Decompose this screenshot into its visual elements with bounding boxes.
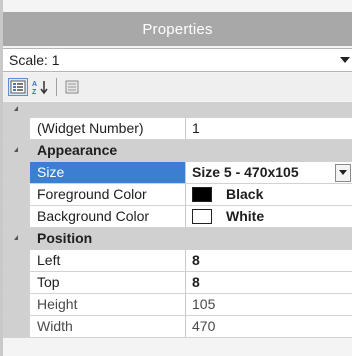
panel-title: Properties bbox=[142, 20, 213, 38]
color-name: White bbox=[226, 208, 265, 224]
property-pages-button[interactable] bbox=[62, 78, 82, 96]
property-value[interactable]: White bbox=[186, 206, 352, 227]
property-value[interactable]: 105 bbox=[186, 294, 352, 315]
toolbar-separator bbox=[56, 78, 57, 96]
property-grid: (Widget Number) 1 Appearance Size Size 5… bbox=[3, 102, 352, 338]
property-name: Background Color bbox=[30, 206, 186, 227]
collapse-triangle-icon[interactable] bbox=[14, 235, 18, 240]
property-pages-icon bbox=[65, 80, 79, 94]
property-value[interactable]: Black bbox=[186, 184, 352, 205]
collapse-triangle-icon[interactable] bbox=[14, 147, 18, 152]
collapse-triangle-icon[interactable] bbox=[14, 106, 18, 111]
row-gutter bbox=[3, 316, 30, 337]
category-gutter bbox=[3, 228, 30, 249]
property-name: Top bbox=[30, 272, 186, 293]
property-value[interactable]: 1 bbox=[186, 118, 352, 139]
sort-az-icon: A Z bbox=[32, 81, 48, 95]
category-gutter bbox=[3, 102, 30, 117]
category-row-unnamed[interactable] bbox=[3, 102, 352, 118]
property-name: (Widget Number) bbox=[30, 118, 186, 139]
property-row-height[interactable]: Height 105 bbox=[3, 294, 352, 316]
category-label: Position bbox=[37, 230, 93, 246]
property-row-width[interactable]: Width 470 bbox=[3, 316, 352, 338]
categorized-icon bbox=[10, 80, 26, 94]
category-gutter bbox=[3, 140, 30, 161]
row-gutter bbox=[3, 250, 30, 271]
property-row-background-color[interactable]: Background Color White bbox=[3, 206, 352, 228]
row-gutter bbox=[3, 206, 30, 227]
property-row-foreground-color[interactable]: Foreground Color Black bbox=[3, 184, 352, 206]
property-name: Size bbox=[30, 162, 186, 183]
size-dropdown-button[interactable] bbox=[335, 163, 351, 182]
row-gutter bbox=[3, 184, 30, 205]
property-row-widget-number[interactable]: (Widget Number) 1 bbox=[3, 118, 352, 140]
property-name: Width bbox=[30, 316, 186, 337]
property-row-left[interactable]: Left 8 bbox=[3, 250, 352, 272]
properties-title-bar: Properties bbox=[3, 12, 352, 46]
object-selector-value: Scale: 1 bbox=[9, 52, 60, 68]
row-gutter bbox=[3, 118, 30, 139]
category-label: Appearance bbox=[37, 142, 118, 158]
object-selector-dropdown[interactable]: Scale: 1 bbox=[3, 48, 352, 72]
categorized-button[interactable] bbox=[8, 78, 28, 96]
alphabetical-button[interactable]: A Z bbox=[31, 78, 51, 96]
property-value[interactable]: 8 bbox=[186, 250, 352, 271]
property-value[interactable]: 8 bbox=[186, 272, 352, 293]
size-value[interactable]: Size 5 - 470x105 bbox=[192, 162, 335, 183]
color-name: Black bbox=[226, 186, 264, 202]
property-name: Height bbox=[30, 294, 186, 315]
category-row-position[interactable]: Position bbox=[3, 228, 352, 250]
color-swatch-black bbox=[192, 187, 212, 202]
property-row-top[interactable]: Top 8 bbox=[3, 272, 352, 294]
row-gutter bbox=[3, 294, 30, 315]
property-name: Left bbox=[30, 250, 186, 271]
row-gutter bbox=[3, 162, 30, 183]
color-swatch-white bbox=[192, 209, 212, 224]
property-row-size[interactable]: Size Size 5 - 470x105 bbox=[3, 162, 352, 184]
category-row-appearance[interactable]: Appearance bbox=[3, 140, 352, 162]
chevron-down-icon bbox=[339, 170, 347, 175]
properties-toolbar: A Z bbox=[3, 73, 352, 101]
chevron-down-icon[interactable] bbox=[340, 57, 350, 63]
size-combo[interactable]: Size 5 - 470x105 bbox=[186, 162, 352, 183]
row-gutter bbox=[3, 272, 30, 293]
property-value[interactable]: 470 bbox=[186, 316, 352, 337]
property-name: Foreground Color bbox=[30, 184, 186, 205]
svg-text:Z: Z bbox=[32, 89, 37, 95]
svg-text:A: A bbox=[32, 81, 37, 88]
